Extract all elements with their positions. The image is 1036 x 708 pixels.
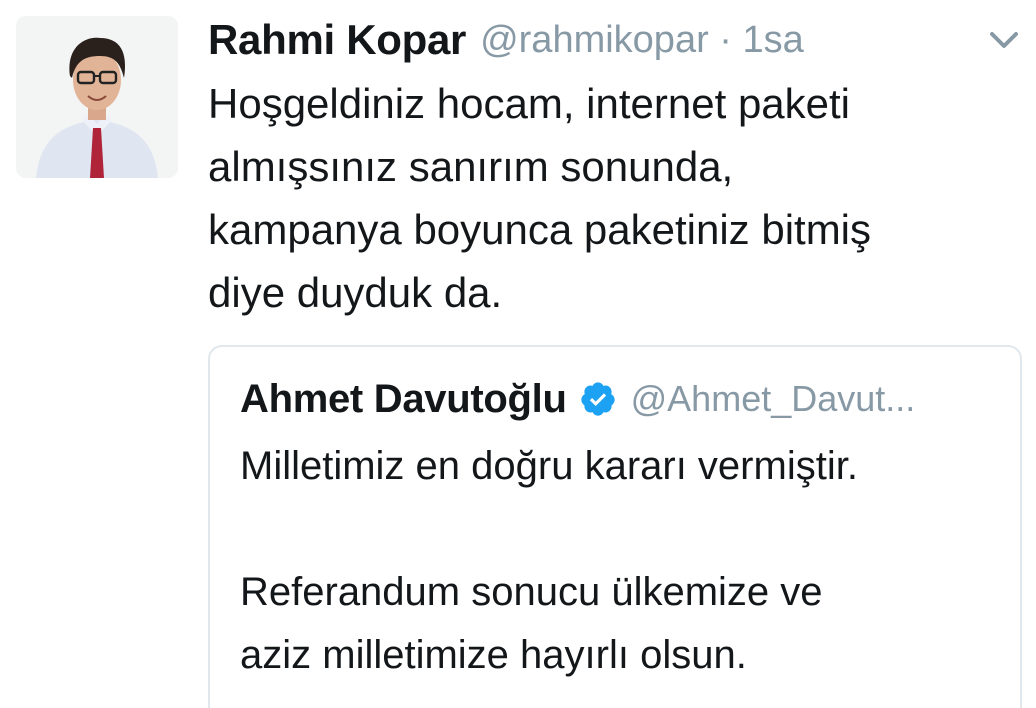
tweet-text-line: Hoşgeldiniz hocam, internet paketi — [208, 80, 851, 127]
tweet-text-line: diye duyduk da. — [208, 269, 503, 316]
quoted-text-line: Milletimiz en doğru kararı vermiştir. — [240, 444, 858, 488]
quoted-tweet-header: Ahmet Davutoğlu @Ahmet_Davut... — [240, 373, 915, 425]
quoted-tweet-card[interactable]: Ahmet Davutoğlu @Ahmet_Davut... Milletim… — [208, 345, 1022, 708]
quoted-text-line: Referandum sonucu ülkemize ve — [240, 570, 823, 614]
tweet-text-line: almışsınız sanırım sonunda, — [208, 143, 734, 190]
chevron-down-icon[interactable] — [984, 22, 1024, 58]
verified-badge-icon — [579, 380, 617, 418]
tweet-header: Rahmi Kopar @rahmikopar · 1sa — [208, 12, 804, 68]
author-handle-timestamp[interactable]: @rahmikopar · 1sa — [480, 19, 804, 62]
quoted-tweet-text: Milletimiz en doğru kararı vermiştir. Re… — [240, 435, 1010, 687]
quoted-text-line: aziz milletimize hayırlı olsun. — [240, 633, 747, 677]
tweet-text: Hoşgeldiniz hocam, internet paketi almış… — [208, 72, 1008, 324]
quoted-author-name: Ahmet Davutoğlu — [240, 376, 567, 421]
avatar[interactable] — [16, 16, 178, 178]
quoted-author-handle: @Ahmet_Davut... — [630, 378, 916, 419]
quoted-text-blank-line — [240, 498, 1010, 561]
profile-photo-icon — [16, 16, 178, 178]
author-display-name[interactable]: Rahmi Kopar — [208, 16, 466, 64]
tweet-text-line: kampanya boyunca paketiniz bitmiş — [208, 206, 872, 253]
